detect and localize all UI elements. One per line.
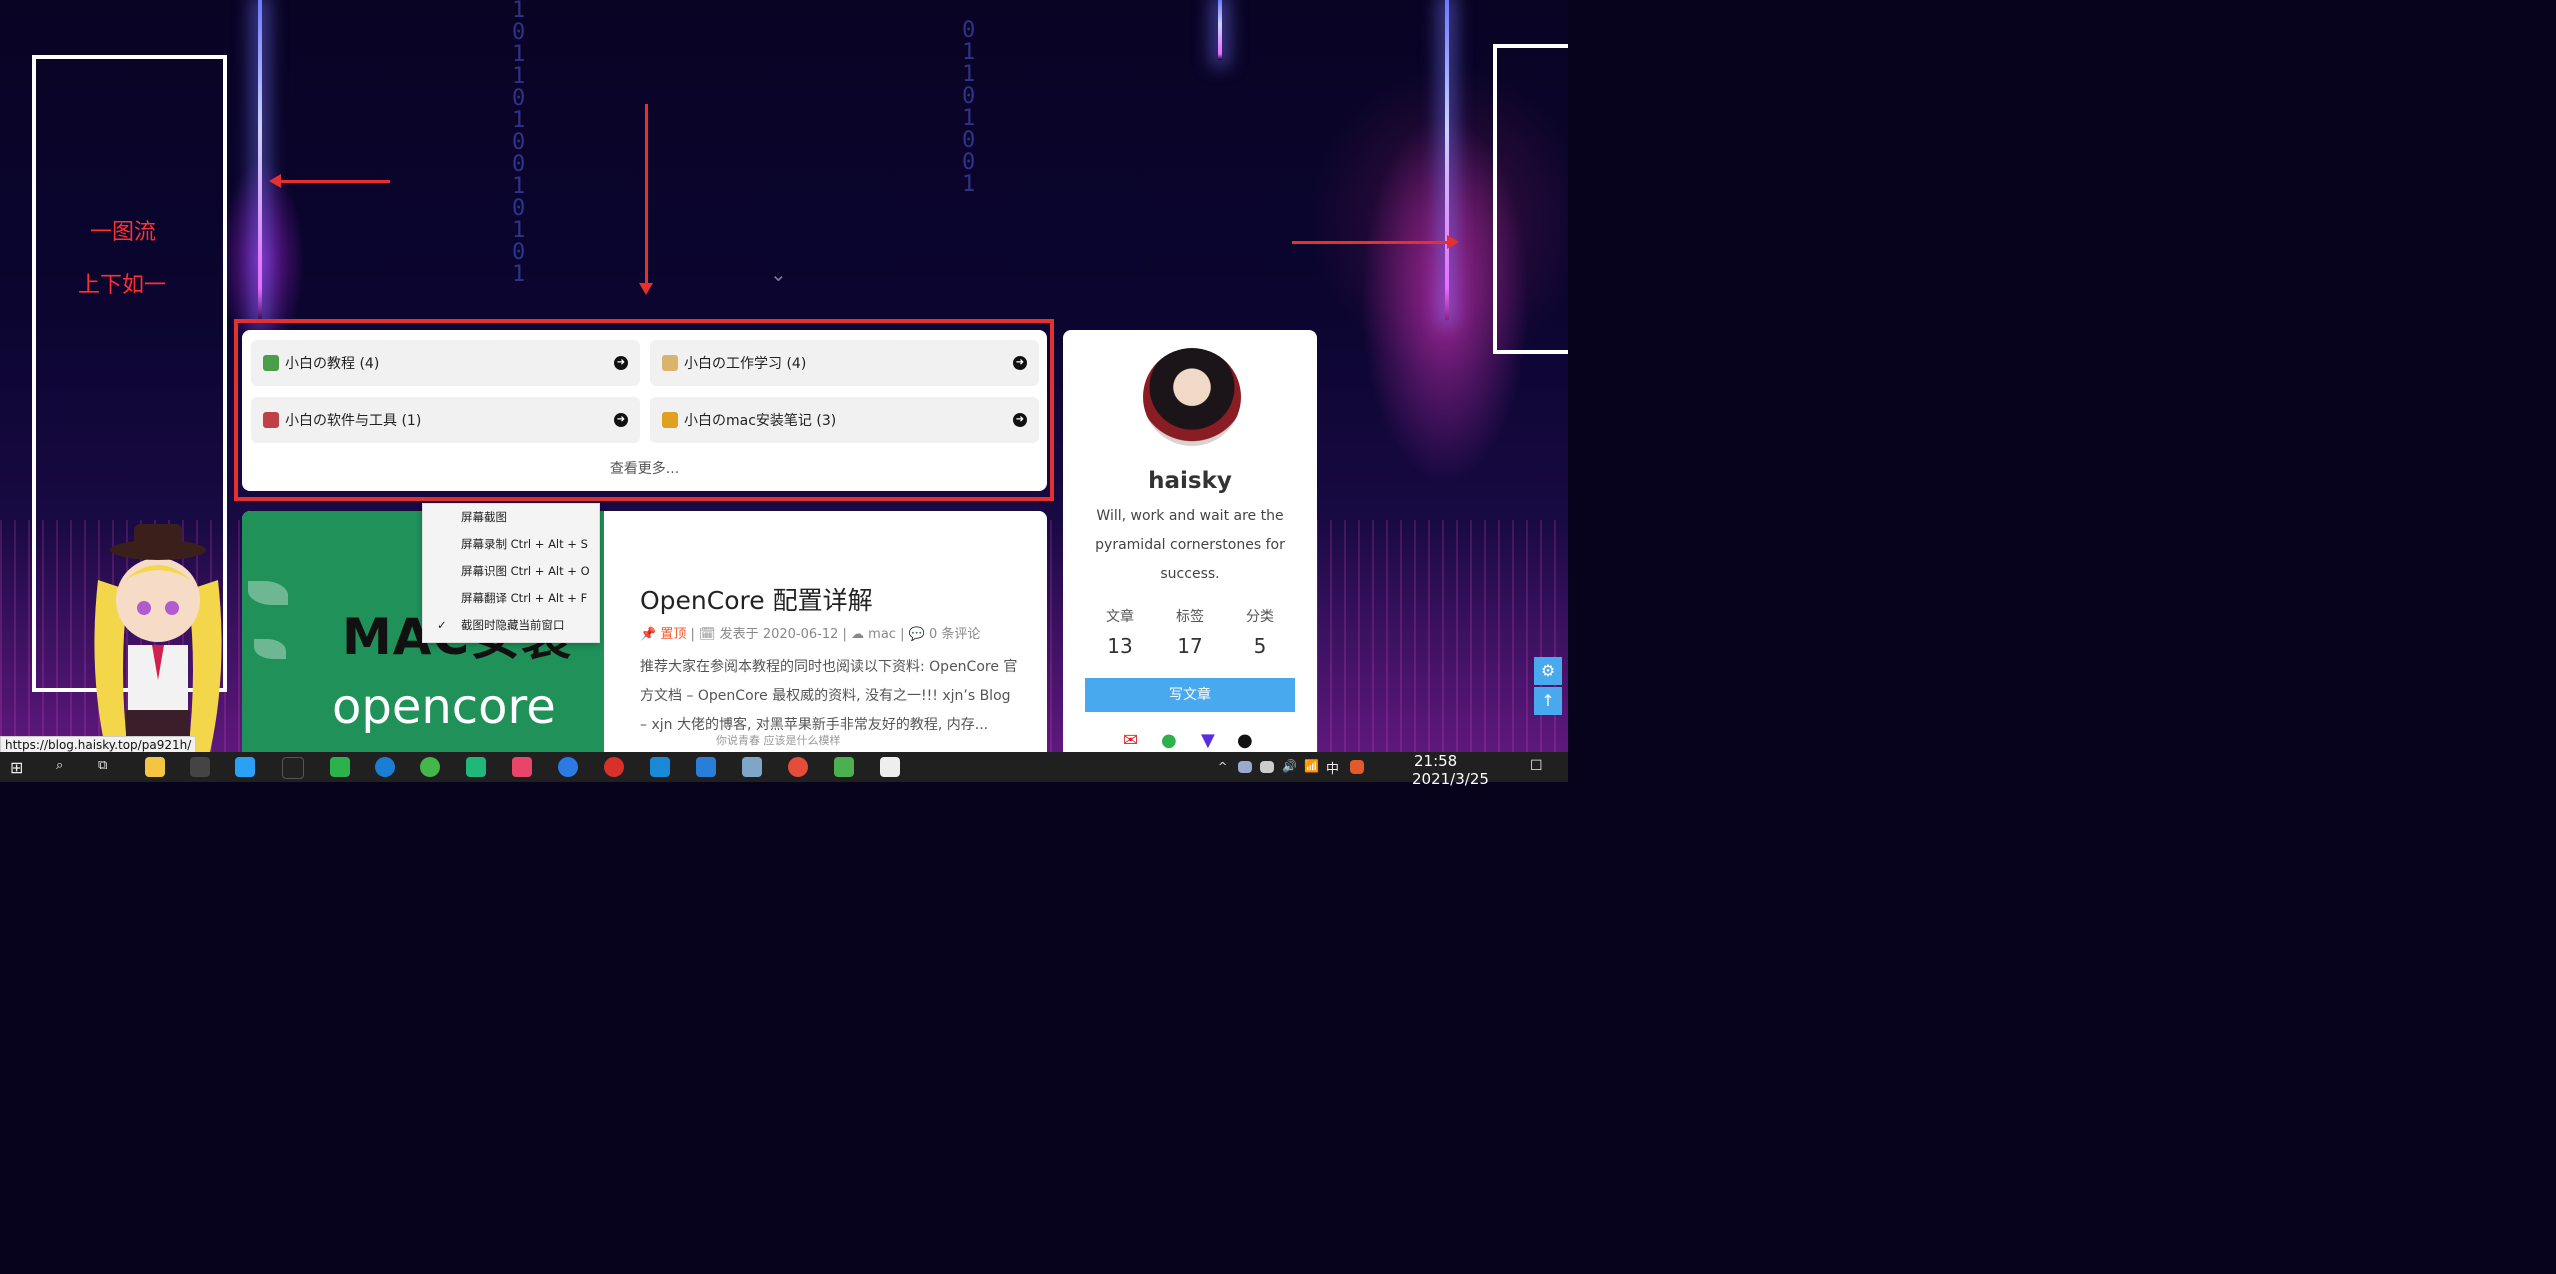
edge-icon[interactable] — [375, 757, 395, 777]
categories-more-link[interactable]: 查看更多... — [242, 458, 1047, 478]
light-beam — [1445, 0, 1449, 320]
network-icon[interactable]: 📶 — [1304, 759, 1319, 773]
pin-icon: 📌 — [640, 627, 657, 642]
menu-item-translate[interactable]: 屏幕翻译 Ctrl + Alt + F — [423, 585, 599, 612]
media-player-icon[interactable] — [235, 757, 255, 777]
github-icon[interactable]: ● — [1237, 730, 1253, 751]
tray-app-icon[interactable] — [1238, 761, 1252, 773]
check-icon: ✓ — [437, 618, 447, 632]
notification-icon[interactable]: ☐ — [1530, 758, 1543, 774]
category-label: 小白の工作学习 (4) — [684, 356, 807, 372]
annotation-arrow — [639, 104, 653, 295]
light-beam — [258, 0, 262, 320]
date-prefix: 发表于 — [719, 627, 759, 642]
tray-qq-icon[interactable] — [1260, 761, 1274, 773]
profile-bio: Will, work and wait are the pyramidal co… — [1095, 508, 1285, 582]
file-explorer-icon[interactable] — [145, 757, 165, 777]
taskbar: ⊞ ⌕ ⧉ ^ 🔊 📶 中 ☐ — [0, 752, 1568, 782]
category-label: 小白の教程 (4) — [285, 356, 380, 372]
refresh-app-icon[interactable] — [558, 757, 578, 777]
annotation-arrow — [269, 174, 390, 188]
notes-icon[interactable] — [742, 757, 762, 777]
browser-icon[interactable] — [420, 757, 440, 777]
post-meta: 📌 置顶 | 🗓 发表于 2020-06-12 | ☁ mac | 💬 0 条评… — [640, 627, 981, 642]
annotation-box-right — [1493, 44, 1568, 354]
category-item[interactable]: 小白の工作学习 (4) ➜ — [650, 340, 1039, 386]
volume-icon[interactable]: 🔊 — [1282, 759, 1297, 773]
vscode-icon[interactable] — [696, 757, 716, 777]
leaf-decoration — [254, 639, 286, 659]
memo-icon — [662, 355, 678, 371]
search-icon[interactable]: ⌕ — [56, 758, 63, 773]
post-title[interactable]: OpenCore 配置详解 — [640, 581, 873, 617]
typora-icon[interactable] — [880, 757, 900, 777]
binary-rain: 1 0 1 1 0 1 0 0 1 0 1 0 1 — [512, 0, 526, 287]
toolbox-icon — [263, 412, 279, 428]
menu-item-ocr[interactable]: 屏幕识图 Ctrl + Alt + O — [423, 558, 599, 585]
menu-item-hide-window[interactable]: ✓ 截图时隐藏当前窗口 — [423, 612, 599, 639]
arrow-right-circle-icon: ➜ — [1013, 356, 1027, 370]
category-item[interactable]: 小白のmac安装笔记 (3) ➜ — [650, 397, 1039, 443]
annotation-arrow — [1292, 235, 1459, 249]
post-card: MAC安装 opencore OpenCore 配置详解 📌 置顶 | 🗓 发表… — [242, 511, 1047, 761]
light-beam — [1218, 0, 1222, 60]
profile-name: haisky — [1148, 468, 1232, 494]
book-icon — [263, 355, 279, 371]
context-menu: 屏幕截图 屏幕录制 Ctrl + Alt + S 屏幕识图 Ctrl + Alt… — [422, 503, 600, 643]
stat-articles[interactable]: 文章 13 — [1085, 606, 1155, 658]
ime-indicator[interactable]: 中 — [1326, 758, 1339, 777]
category-label: 小白の软件与工具 (1) — [285, 413, 422, 429]
computer-icon — [662, 412, 678, 428]
category-item[interactable]: 小白の软件与工具 (1) ➜ — [251, 397, 640, 443]
task-view-icon[interactable]: ⧉ — [98, 758, 107, 773]
app-icon[interactable] — [512, 757, 532, 777]
wechat-icon[interactable] — [330, 757, 350, 777]
post-comments[interactable]: 0 条评论 — [929, 627, 980, 642]
menu-item-screenshot[interactable]: 屏幕截图 — [423, 504, 599, 531]
footer-text: 你说青春 应该是什么模样 — [716, 734, 841, 747]
wechat-icon[interactable]: ● — [1161, 730, 1177, 751]
binary-rain: 0 1 1 0 1 0 0 1 — [962, 18, 976, 197]
arrow-right-circle-icon: ➜ — [1013, 413, 1027, 427]
cover-subtitle: opencore — [332, 679, 556, 735]
pinned-label: 置顶 — [660, 627, 687, 642]
settings-gear-icon[interactable]: ⚙ — [1534, 657, 1562, 685]
qq-icon[interactable] — [282, 757, 304, 779]
profile-card: haisky Will, work and wait are the pyram… — [1063, 330, 1317, 762]
mascot-character — [94, 524, 222, 752]
stat-categories[interactable]: 分类 5 — [1225, 606, 1295, 658]
post-date: 2020-06-12 — [762, 627, 839, 642]
app-icon[interactable] — [834, 757, 854, 777]
arrow-right-circle-icon: ➜ — [614, 356, 628, 370]
chrome-icon[interactable] — [788, 757, 808, 777]
arrow-right-circle-icon: ➜ — [614, 413, 628, 427]
taskbar-clock[interactable]: 21:58 2021/3/25 — [1412, 752, 1489, 788]
terminal-icon[interactable] — [190, 757, 210, 777]
mail-icon[interactable]: ✉ — [1123, 730, 1138, 751]
windows-start-icon[interactable]: ⊞ — [10, 758, 23, 777]
tray-sogou-icon[interactable] — [1350, 760, 1364, 774]
category-item[interactable]: 小白の教程 (4) ➜ — [251, 340, 640, 386]
app-icon[interactable] — [650, 757, 670, 777]
folder-icon: ☁ — [851, 627, 865, 642]
calendar-icon: 🗓 — [699, 627, 716, 642]
leaf-decoration — [248, 581, 288, 605]
chevron-down-icon[interactable]: ⌄ — [770, 262, 787, 286]
post-category[interactable]: mac — [868, 627, 896, 642]
annotation-text: 一图流 — [90, 220, 157, 245]
comments-icon: 💬 — [908, 627, 925, 642]
tray-chevron-up-icon[interactable]: ^ — [1218, 760, 1227, 773]
write-article-button[interactable]: 写文章 — [1085, 678, 1295, 712]
avatar[interactable] — [1143, 348, 1241, 446]
back-to-top-icon[interactable]: ↑ — [1534, 687, 1562, 715]
shirt-icon[interactable]: ▼ — [1201, 730, 1215, 751]
annotation-text: 上下如一 — [78, 273, 167, 298]
stat-tags[interactable]: 标签 17 — [1155, 606, 1225, 658]
menu-item-record[interactable]: 屏幕录制 Ctrl + Alt + S — [423, 531, 599, 558]
post-excerpt: 推荐大家在参阅本教程的同时也阅读以下资料: OpenCore 官方文档 – Op… — [640, 659, 1018, 733]
category-label: 小白のmac安装笔记 (3) — [684, 413, 837, 429]
weibo-icon[interactable] — [604, 757, 624, 777]
jetbrains-icon[interactable] — [466, 757, 486, 777]
